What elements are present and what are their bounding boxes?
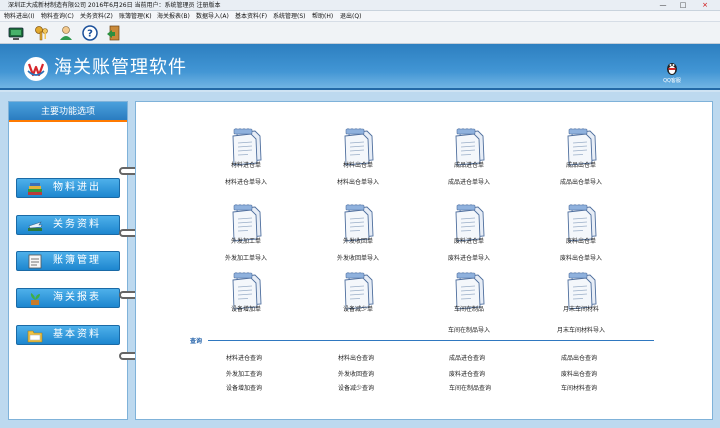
plant-icon (30, 293, 40, 305)
nav-button-materials[interactable]: 物料进出 (16, 178, 120, 198)
left-panel-header: 主要功能选项 (9, 102, 127, 122)
menu-item-material-query[interactable]: 物料查询(C) (41, 11, 74, 22)
document-label[interactable]: 外发收回单 (318, 236, 398, 245)
menu-item-exit[interactable]: 退出(Q) (340, 11, 361, 22)
query-link[interactable]: 车间材料查询 (561, 383, 597, 392)
import-link[interactable]: 成品出仓单导入 (541, 177, 621, 186)
nav-button-label: 海关报表 (53, 292, 101, 303)
query-link[interactable]: 外发收回查询 (338, 369, 374, 378)
header-banner: 海关账管理软件 (0, 44, 720, 90)
toolbar: ? (0, 22, 720, 44)
help-icon[interactable]: ? (82, 25, 98, 41)
import-link[interactable]: 成品进仓单导入 (429, 177, 509, 186)
document-label[interactable]: 废料进仓单 (429, 236, 509, 245)
monitor-icon[interactable] (8, 25, 24, 41)
nav-button-customs[interactable]: 关务资料 (16, 215, 120, 235)
menu-item-help[interactable]: 帮助(H) (312, 11, 333, 22)
import-link[interactable]: 材料进仓单导入 (206, 177, 286, 186)
query-link[interactable]: 废料进仓查询 (449, 369, 485, 378)
import-link[interactable]: 废料出仓单导入 (541, 253, 621, 262)
menu-bar: 物料进出(I) 物料查询(C) 关务资料(Z) 账簿管理(K) 海关报表(B) … (0, 11, 720, 22)
document-label[interactable]: 车间在制品 (429, 304, 509, 313)
menu-item-system[interactable]: 系统管理(S) (273, 11, 306, 22)
document-label[interactable]: 设备减少单 (318, 304, 398, 313)
menu-item-customs[interactable]: 关务资料(Z) (80, 11, 113, 22)
menu-item-import[interactable]: 数据导入(A) (196, 11, 229, 22)
query-link[interactable]: 外发加工查询 (226, 369, 262, 378)
document-label[interactable]: 外发加工单 (206, 236, 286, 245)
minimize-button[interactable]: — (654, 1, 672, 10)
keys-icon[interactable] (34, 25, 50, 41)
query-link[interactable]: 成品进仓查询 (449, 353, 485, 362)
nav-button-label: 物料进出 (53, 182, 101, 193)
query-link[interactable]: 设备增加查询 (226, 383, 262, 392)
query-link[interactable]: 车间在制品查询 (449, 383, 491, 392)
import-link[interactable]: 外发加工单导入 (206, 253, 286, 262)
qq-penguin-icon[interactable] (664, 60, 680, 76)
nav-button-label: 基本资料 (53, 329, 101, 340)
plane-icon (28, 221, 43, 231)
document-label[interactable]: 废料出仓单 (541, 236, 621, 245)
menu-item-reports[interactable]: 海关报表(B) (157, 11, 190, 22)
query-link[interactable]: 材料出仓查询 (338, 353, 374, 362)
menu-item-basic[interactable]: 基本资料(F) (235, 11, 267, 22)
nav-button-basic[interactable]: 基本资料 (16, 325, 120, 345)
document-label[interactable]: 材料出仓单 (318, 160, 398, 169)
svg-text:?: ? (87, 29, 93, 40)
nav-button-label: 账簿管理 (53, 255, 101, 266)
nav-button-ledger[interactable]: 账簿管理 (16, 251, 120, 271)
window-title: 深圳正大成新材制造有限公司 2016年6月26日 当前用户：系统管理员 注册版本 (8, 2, 221, 9)
document-label[interactable]: 设备增加单 (206, 304, 286, 313)
import-link[interactable]: 车间在制品导入 (429, 325, 509, 334)
query-divider (208, 340, 654, 341)
ledger-icon (28, 254, 42, 269)
maximize-button[interactable]: □ (674, 1, 692, 10)
import-link[interactable]: 材料出仓单导入 (318, 177, 398, 186)
qq-support-label[interactable]: QQ客服 (654, 77, 690, 84)
query-link[interactable]: 设备减少查询 (338, 383, 374, 392)
query-link[interactable]: 成品出仓查询 (561, 353, 597, 362)
menu-item-ledger[interactable]: 账簿管理(K) (119, 11, 152, 22)
app-title: 海关账管理软件 (54, 57, 187, 78)
title-bar: 深圳正大成新材制造有限公司 2016年6月26日 当前用户：系统管理员 注册版本… (0, 0, 720, 11)
left-function-panel: 主要功能选项 物料进出 关务资料 账簿管理 海关报表 基本资料 (8, 101, 128, 420)
close-button[interactable]: × (696, 1, 714, 10)
document-label[interactable]: 材料进仓单 (206, 160, 286, 169)
document-label[interactable]: 月末车间材料 (541, 304, 621, 313)
query-link[interactable]: 废料出仓查询 (561, 369, 597, 378)
user-icon[interactable] (58, 25, 74, 41)
books-icon (28, 183, 42, 195)
app-logo-icon (24, 57, 48, 81)
nav-button-label: 关务资料 (53, 219, 101, 230)
menu-item-materials[interactable]: 物料进出(I) (4, 11, 34, 22)
folder-icon (27, 330, 43, 343)
document-label[interactable]: 成品出仓单 (541, 160, 621, 169)
query-link[interactable]: 材料进仓查询 (226, 353, 262, 362)
import-link[interactable]: 月末车间材料导入 (541, 325, 621, 334)
document-label[interactable]: 成品进仓单 (429, 160, 509, 169)
query-section-header: 查询 (190, 338, 203, 345)
import-link[interactable]: 废料进仓单导入 (429, 253, 509, 262)
exit-door-icon[interactable] (106, 25, 122, 41)
main-window: 深圳正大成新材制造有限公司 2016年6月26日 当前用户：系统管理员 注册版本… (0, 0, 720, 428)
import-link[interactable]: 外发收回单导入 (318, 253, 398, 262)
nav-button-reports[interactable]: 海关报表 (16, 288, 120, 308)
